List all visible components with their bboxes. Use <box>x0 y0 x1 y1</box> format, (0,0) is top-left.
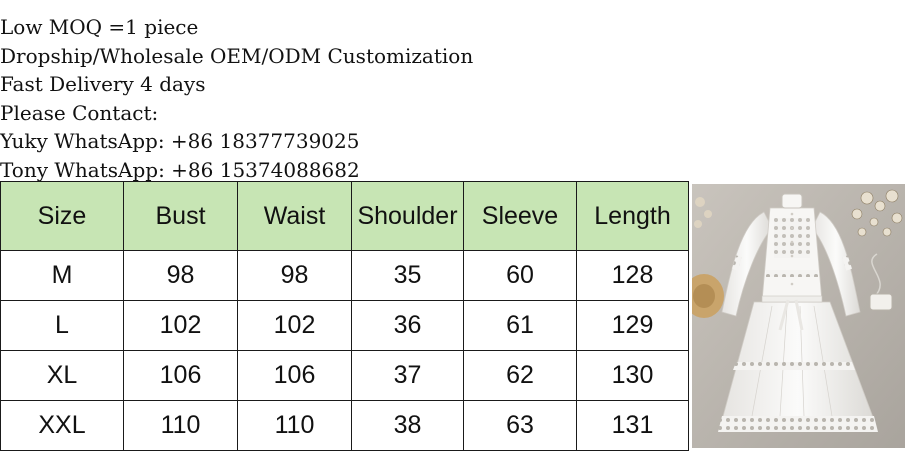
table-row: XL 106 106 37 62 130 <box>0 350 689 401</box>
cell-length: 128 <box>576 250 689 301</box>
delivery-line: Fast Delivery 4 days <box>0 72 206 97</box>
cell-shoulder: 37 <box>351 350 464 401</box>
cell-size: M <box>0 250 124 301</box>
moq-line: Low MOQ =1 piece <box>0 15 199 39</box>
cell-shoulder: 36 <box>351 300 464 351</box>
product-photo <box>692 184 905 448</box>
col-header-size: Size <box>0 181 124 251</box>
cell-sleeve: 61 <box>463 300 577 351</box>
cell-size: XL <box>0 350 124 401</box>
col-header-waist: Waist <box>237 181 352 251</box>
table-row: M 98 98 35 60 128 <box>0 250 689 301</box>
table-header-row: Size Bust Waist Shoulder Sleeve Length <box>0 181 689 251</box>
service-line: Dropship/Wholesale OEM/ODM Customization <box>0 43 474 68</box>
whatsapp-yuky: Yuky WhatsApp: +86 18377739025 <box>0 129 360 154</box>
dress-illustration <box>692 184 905 448</box>
col-header-bust: Bust <box>123 181 238 251</box>
table-row: XXL 110 110 38 63 131 <box>0 400 689 451</box>
cell-shoulder: 38 <box>351 400 464 451</box>
cell-size: L <box>0 300 124 351</box>
cell-shoulder: 35 <box>351 250 464 301</box>
col-header-length: Length <box>576 181 689 251</box>
size-chart-table: Size Bust Waist Shoulder Sleeve Length M… <box>0 181 689 451</box>
cell-waist: 110 <box>237 400 352 451</box>
cell-waist: 98 <box>237 250 352 301</box>
cell-waist: 106 <box>237 350 352 401</box>
cell-size: XXL <box>0 400 124 451</box>
cell-sleeve: 62 <box>463 350 577 401</box>
cell-sleeve: 60 <box>463 250 577 301</box>
col-header-shoulder: Shoulder <box>351 181 464 251</box>
cell-waist: 102 <box>237 300 352 351</box>
cell-sleeve: 63 <box>463 400 577 451</box>
cell-bust: 106 <box>123 350 238 401</box>
col-header-sleeve: Sleeve <box>463 181 577 251</box>
cell-length: 131 <box>576 400 689 451</box>
cell-length: 129 <box>576 300 689 351</box>
contact-heading: Please Contact: <box>0 100 159 125</box>
cell-bust: 110 <box>123 400 238 451</box>
contact-notes: Low MOQ =1 piece Dropship/Wholesale OEM/… <box>0 13 473 185</box>
table-row: L 102 102 36 61 129 <box>0 300 689 351</box>
cell-bust: 98 <box>123 250 238 301</box>
cell-bust: 102 <box>123 300 238 351</box>
cell-length: 130 <box>576 350 689 401</box>
